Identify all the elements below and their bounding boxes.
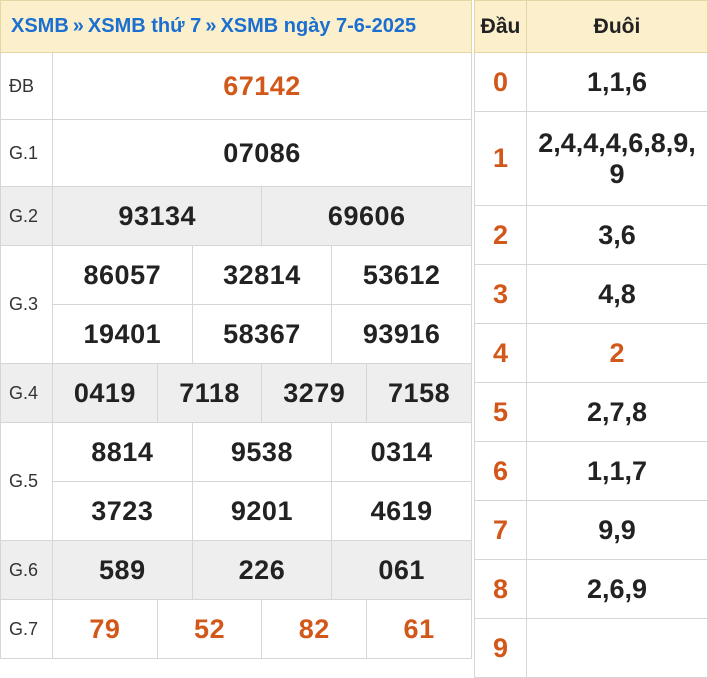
third-prize-number: 93916: [331, 304, 472, 364]
seventh-prize-number: 52: [156, 599, 263, 659]
loto-head-digit: 6: [474, 441, 527, 501]
breadcrumb-link-saturday[interactable]: XSMB thứ 7: [88, 15, 201, 37]
breadcrumb-current-date[interactable]: XSMB ngày 7-6-2025: [220, 15, 416, 37]
loto-head-digit: 4: [474, 323, 527, 383]
fourth-prize-number: 3279: [261, 363, 368, 423]
loto-head-digit: 8: [474, 559, 527, 619]
seventh-prize-number: 61: [366, 599, 472, 659]
third-prize-number: 32814: [191, 245, 333, 305]
prize-label-db: ĐB: [0, 52, 53, 120]
prize-label-g1: G.1: [0, 119, 53, 187]
loto-head-digit: 9: [474, 618, 527, 678]
breadcrumb-link-xsmb[interactable]: XSMB: [11, 15, 69, 37]
sixth-prize-number: 589: [52, 540, 193, 600]
loto-tail-digits: 2,7,8: [526, 382, 708, 442]
fifth-prize-number: 4619: [331, 481, 472, 541]
fifth-prize-number: 8814: [52, 422, 193, 482]
loto-tail-digits: 2,6,9: [526, 559, 708, 619]
prize-label-g2: G.2: [0, 186, 53, 246]
loto-tail-digits: 1,1,7: [526, 441, 708, 501]
third-prize-number: 58367: [191, 304, 333, 364]
third-prize-number: 86057: [52, 245, 193, 305]
loto-tail-digits: 2: [526, 323, 708, 383]
prize-label-g5: G.5: [0, 422, 53, 541]
loto-head-digit: 1: [474, 111, 527, 206]
loto-head-digit: 3: [474, 264, 527, 324]
loto-tail-digits: 9,9: [526, 500, 708, 560]
loto-table: Đầu Đuôi 0 1,1,6 1 2,4,4,4,6,8,9,9 2 3,6…: [474, 0, 708, 678]
breadcrumb-separator: »: [72, 15, 84, 37]
fifth-prize-number: 9201: [191, 481, 333, 541]
loto-tail-digits: 4,8: [526, 264, 708, 324]
loto-tail-digits: [526, 618, 708, 678]
results-table: XSMB» XSMB thứ 7» XSMB ngày 7-6-2025 ĐB 67…: [0, 0, 472, 659]
sixth-prize-number: 226: [191, 540, 333, 600]
loto-head-digit: 5: [474, 382, 527, 442]
second-prize-number: 93134: [51, 186, 263, 246]
prize-label-g6: G.6: [0, 540, 53, 600]
sixth-prize-number: 061: [331, 540, 472, 600]
fourth-prize-number: 7158: [366, 363, 472, 423]
fourth-prize-number: 7118: [156, 363, 263, 423]
fifth-prize-number: 0314: [331, 422, 472, 482]
seventh-prize-number: 82: [261, 599, 368, 659]
prize-label-g7: G.7: [0, 599, 53, 659]
fifth-prize-number: 9538: [191, 422, 333, 482]
loto-head-digit: 0: [474, 52, 527, 112]
loto-head-digit: 2: [474, 205, 527, 265]
tail-column-header: Đuôi: [526, 0, 708, 53]
breadcrumb: XSMB» XSMB thứ 7» XSMB ngày 7-6-2025: [0, 0, 472, 53]
fifth-prize-number: 3723: [52, 481, 193, 541]
loto-panel: Đầu Đuôi 0 1,1,6 1 2,4,4,4,6,8,9,9 2 3,6…: [474, 0, 708, 678]
loto-head-digit: 7: [474, 500, 527, 560]
third-prize-number: 53612: [331, 245, 472, 305]
seventh-prize-number: 79: [52, 599, 158, 659]
results-panel: XSMB» XSMB thứ 7» XSMB ngày 7-6-2025 ĐB 67…: [0, 0, 472, 660]
prize-label-g3: G.3: [0, 245, 53, 364]
first-prize-number: 07086: [52, 119, 472, 187]
loto-tail-digits: 1,1,6: [526, 52, 708, 112]
loto-tail-digits: 2,4,4,4,6,8,9,9: [526, 111, 708, 206]
second-prize-number: 69606: [261, 186, 472, 246]
loto-tail-digits: 3,6: [526, 205, 708, 265]
breadcrumb-separator: »: [205, 15, 217, 37]
third-prize-number: 19401: [52, 304, 193, 364]
prize-label-g4: G.4: [0, 363, 53, 423]
special-prize-number: 67142: [52, 52, 472, 120]
fourth-prize-number: 0419: [52, 363, 158, 423]
head-column-header: Đầu: [474, 0, 527, 53]
